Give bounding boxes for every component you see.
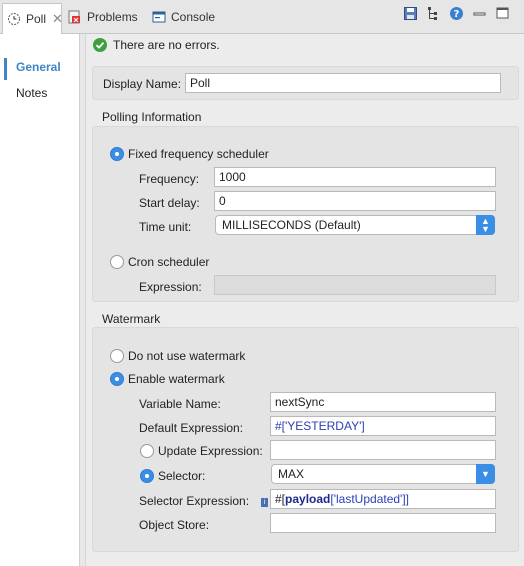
cron-scheduler-label: Cron scheduler: [128, 255, 210, 269]
display-name-value: Poll: [190, 76, 211, 90]
selector-expression-prefix: #[: [275, 492, 286, 506]
status-message: There are no errors.: [93, 38, 220, 52]
sidebar-item-label: Notes: [16, 86, 48, 100]
time-unit-value: MILLISECONDS (Default): [222, 218, 361, 232]
selector-select[interactable]: MAX ▼: [271, 464, 495, 484]
frequency-label: Frequency:: [139, 172, 200, 186]
tab-problems[interactable]: Problems: [68, 4, 138, 30]
tab-console-label: Console: [171, 10, 216, 24]
update-expression-radio[interactable]: [140, 444, 154, 458]
cron-expression-input: [214, 275, 496, 295]
frequency-input[interactable]: 1000: [214, 167, 496, 187]
cron-scheduler-radio[interactable]: [110, 255, 124, 269]
fixed-frequency-label: Fixed frequency scheduler: [128, 147, 269, 161]
tree-icon[interactable]: [426, 6, 441, 21]
selector-expression-keyword: payload: [285, 492, 331, 506]
frequency-value: 1000: [219, 170, 246, 184]
tab-poll[interactable]: Poll ✕: [2, 3, 63, 34]
svg-text:?: ?: [454, 9, 460, 20]
default-expression-value: #['YESTERDAY']: [275, 419, 365, 433]
status-text: There are no errors.: [113, 38, 220, 52]
watermark-section-title: Watermark: [102, 312, 161, 326]
info-icon: i: [261, 498, 268, 507]
selector-expression-input[interactable]: #[payload ['lastUpdated']]: [270, 489, 496, 509]
display-name-label: Display Name:: [103, 77, 182, 91]
selector-expression-label: Selector Expression:: [139, 494, 250, 508]
selector-radio[interactable]: [140, 469, 154, 483]
no-watermark-label: Do not use watermark: [128, 349, 246, 363]
default-expression-label: Default Expression:: [139, 421, 244, 435]
close-icon[interactable]: ✕: [52, 11, 63, 27]
selector-value: MAX: [278, 467, 305, 481]
sidebar-item-label: General: [16, 60, 61, 74]
start-delay-input[interactable]: 0: [214, 191, 496, 211]
selector-label: Selector:: [158, 469, 206, 483]
problems-icon: [68, 10, 82, 24]
object-store-input[interactable]: [270, 513, 496, 533]
selector-expression-rest: ['lastUpdated']]: [330, 492, 410, 506]
chevron-updown-icon: ▲ ▼: [476, 215, 495, 235]
check-circle-icon: [93, 38, 107, 52]
variable-name-label: Variable Name:: [139, 397, 221, 411]
default-expression-input[interactable]: #['YESTERDAY']: [270, 416, 496, 436]
update-expression-input[interactable]: [270, 440, 496, 460]
maximize-icon[interactable]: [495, 6, 510, 21]
sidebar: General Notes: [0, 34, 80, 566]
enable-watermark-radio[interactable]: [110, 372, 124, 386]
save-icon[interactable]: [403, 6, 418, 21]
tab-console[interactable]: Console: [152, 4, 215, 30]
tab-problems-label: Problems: [87, 10, 138, 24]
no-watermark-radio[interactable]: [110, 349, 124, 363]
clock-icon: [7, 12, 21, 26]
polling-group: Fixed frequency scheduler Frequency: 100…: [92, 126, 519, 302]
polling-section-title: Polling Information: [102, 110, 202, 124]
minimize-icon[interactable]: [472, 6, 487, 21]
view-toolbar: ?: [403, 6, 510, 21]
start-delay-label: Start delay:: [139, 196, 200, 210]
display-name-input[interactable]: Poll: [185, 73, 501, 93]
properties-panel: There are no errors. Display Name: Poll …: [87, 34, 524, 566]
sidebar-item-notes[interactable]: Notes: [0, 82, 79, 104]
fixed-frequency-radio[interactable]: [110, 147, 124, 161]
start-delay-value: 0: [219, 194, 226, 208]
sidebar-item-general[interactable]: General: [0, 56, 79, 80]
watermark-group: Do not use watermark Enable watermark Va…: [92, 327, 519, 552]
display-name-group: Display Name: Poll: [92, 66, 519, 100]
enable-watermark-label: Enable watermark: [128, 372, 225, 386]
time-unit-label: Time unit:: [139, 220, 192, 234]
object-store-label: Object Store:: [139, 518, 210, 532]
editor-tab-bar: Poll ✕ Problems Console ?: [0, 0, 524, 34]
update-expression-label: Update Expression:: [158, 444, 263, 458]
help-icon[interactable]: ?: [449, 6, 464, 21]
cron-expression-label: Expression:: [139, 280, 202, 294]
variable-name-input[interactable]: nextSync: [270, 392, 496, 412]
time-unit-select[interactable]: MILLISECONDS (Default) ▲ ▼: [215, 215, 495, 235]
chevron-down-icon: ▼: [476, 464, 495, 484]
sash-divider[interactable]: [80, 34, 86, 566]
console-icon: [152, 10, 166, 24]
variable-name-value: nextSync: [275, 395, 325, 409]
tab-poll-label: Poll: [26, 12, 47, 26]
